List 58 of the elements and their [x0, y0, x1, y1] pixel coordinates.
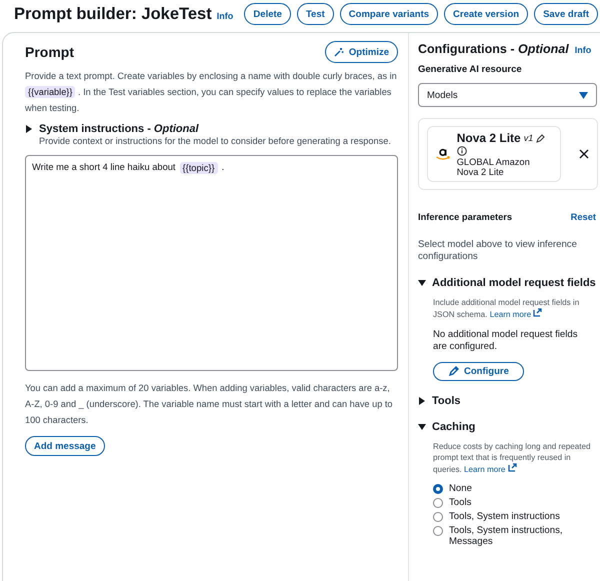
header-button[interactable]: Test	[296, 3, 334, 25]
section-title: Configurations - Optional	[418, 42, 569, 56]
resource-select[interactable]: Models	[418, 83, 597, 107]
header-button[interactable]: Delete	[244, 3, 291, 25]
prompt-text: .	[222, 162, 224, 172]
header-button[interactable]: Create version	[444, 3, 528, 25]
radio-label[interactable]: Tools	[449, 497, 472, 508]
caret-down-icon	[579, 92, 588, 98]
optimize-button[interactable]: Optimize	[324, 41, 398, 63]
prompt-description: Provide a text prompt. Create variables by enclosing a name with double curly braces, as in {{variable}} . In the Test variables section, you can specify values to replace the variables when testing.	[25, 70, 398, 115]
section-heading[interactable]: Additional model request fields	[432, 277, 596, 289]
system-instructions-description: Provide context or instructions for the model to consider before generating a response.	[39, 136, 392, 146]
radio-button[interactable]	[433, 498, 443, 508]
info-link[interactable]: Info	[574, 45, 592, 55]
learn-more-link[interactable]: Learn more	[490, 310, 542, 319]
field-label: Generative AI resource	[418, 64, 523, 75]
prompt-input-field[interactable]: Write me a short 4 line haiku about {{topic}} .	[25, 155, 398, 371]
inference-message: Select model above to view inference configurations	[418, 239, 578, 263]
configure-button[interactable]: Configure	[433, 362, 524, 381]
reset-link[interactable]: Reset	[570, 212, 596, 222]
pencil-icon[interactable]	[536, 134, 546, 142]
caret-right-icon[interactable]	[418, 397, 426, 405]
model-name: Nova 2 Lite	[456, 131, 521, 145]
section-heading[interactable]: Caching	[432, 421, 476, 433]
add-message-button[interactable]: Add message	[25, 436, 105, 456]
caret-down-icon[interactable]	[418, 423, 426, 431]
radio-button[interactable]	[433, 526, 443, 536]
section-title: Prompt	[25, 44, 74, 60]
system-instructions-heading[interactable]: System instructions - Optional	[39, 123, 199, 135]
info-icon[interactable]	[456, 146, 467, 156]
radio-label[interactable]: Tools, System instructions	[449, 511, 560, 522]
learn-more-link[interactable]: Learn more	[464, 465, 517, 474]
header-button[interactable]: Compare variants	[340, 3, 438, 25]
pencil-icon	[448, 366, 459, 377]
empty-message: No additional model request fields are configured.	[433, 329, 579, 353]
caret-down-icon[interactable]	[418, 279, 426, 287]
caret-right-icon[interactable]	[25, 125, 33, 133]
inference-parameters-label: Inference parameters	[418, 212, 512, 222]
info-link[interactable]: Info	[216, 10, 234, 20]
external-link-icon	[508, 463, 517, 472]
model-version: v1	[524, 133, 534, 143]
page-title: Prompt builder: JokeTest	[14, 4, 212, 24]
magic-wand-icon	[334, 47, 344, 57]
close-icon[interactable]	[579, 149, 589, 159]
section-description: Reduce costs by caching long and repeated prompt text that is frequently reused in queries. Learn more	[433, 441, 592, 475]
section-description: Include additional model request fields in JSON schema. Learn more	[433, 297, 580, 320]
external-link-icon	[533, 308, 542, 317]
radio-label[interactable]: Tools, System instructions, Messages	[449, 525, 600, 547]
prompt-text: Write me a short 4 line haiku about	[32, 162, 176, 172]
section-heading[interactable]: Tools	[432, 395, 461, 407]
radio-button[interactable]	[433, 484, 443, 494]
variables-hint: You can add a maximum of 20 variables. When adding variables, valid characters are a-z, A-Z, 0-9 and _ (underscore). The variable name must start with a letter and can have up to 100 characters.	[25, 382, 394, 427]
model-card[interactable]: Nova 2 Lite v1 GLOBAL Amazon Nova 2 Lite	[427, 126, 561, 182]
radio-label[interactable]: None	[449, 483, 472, 494]
radio-button[interactable]	[433, 512, 443, 522]
model-detail: GLOBAL Amazon Nova 2 Lite	[456, 157, 531, 177]
variable-chip: {{topic}}	[180, 162, 218, 174]
header-button[interactable]: Save draft	[534, 3, 598, 25]
